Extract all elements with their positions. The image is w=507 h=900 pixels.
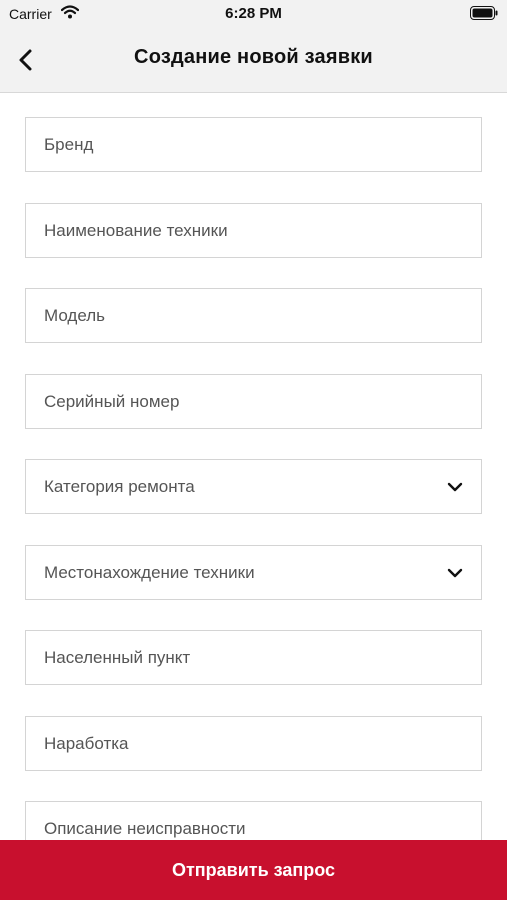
brand-placeholder: Бренд [44,135,94,154]
serial-number-placeholder: Серийный номер [44,391,180,411]
equipment-name-placeholder: Наименование техники [44,220,228,240]
repair-category-placeholder: Категория ремонта [44,477,195,496]
operating-hours-placeholder: Наработка [44,733,129,753]
model-field[interactable]: Модель [25,288,482,343]
repair-category-select[interactable]: Категория ремонта [25,459,482,514]
chevron-down-icon [447,566,463,584]
locality-placeholder: Населенный пункт [44,648,191,667]
request-form: Бренд Наименование техники Модель Серийн… [25,117,482,887]
brand-field[interactable]: Бренд [25,117,482,172]
status-bar: Carrier 6:28 PM [0,0,507,28]
locality-field[interactable]: Населенный пункт [25,630,482,685]
status-time: 6:28 PM [225,5,282,22]
battery-icon [470,6,498,25]
equipment-location-placeholder: Местонахождение техники [44,562,255,582]
serial-number-field[interactable]: Серийный номер [25,373,482,429]
equipment-location-select[interactable]: Местонахождение техники [25,544,482,600]
page-title: Создание новой заявки [134,46,373,68]
chevron-down-icon [447,480,463,498]
submit-request-button[interactable]: Отправить запрос [0,840,507,900]
model-placeholder: Модель [44,306,106,325]
nav-bar: Создание новой заявки [0,28,507,93]
equipment-name-field[interactable]: Наименование техники [25,202,482,258]
operating-hours-field[interactable]: Наработка [25,715,482,771]
